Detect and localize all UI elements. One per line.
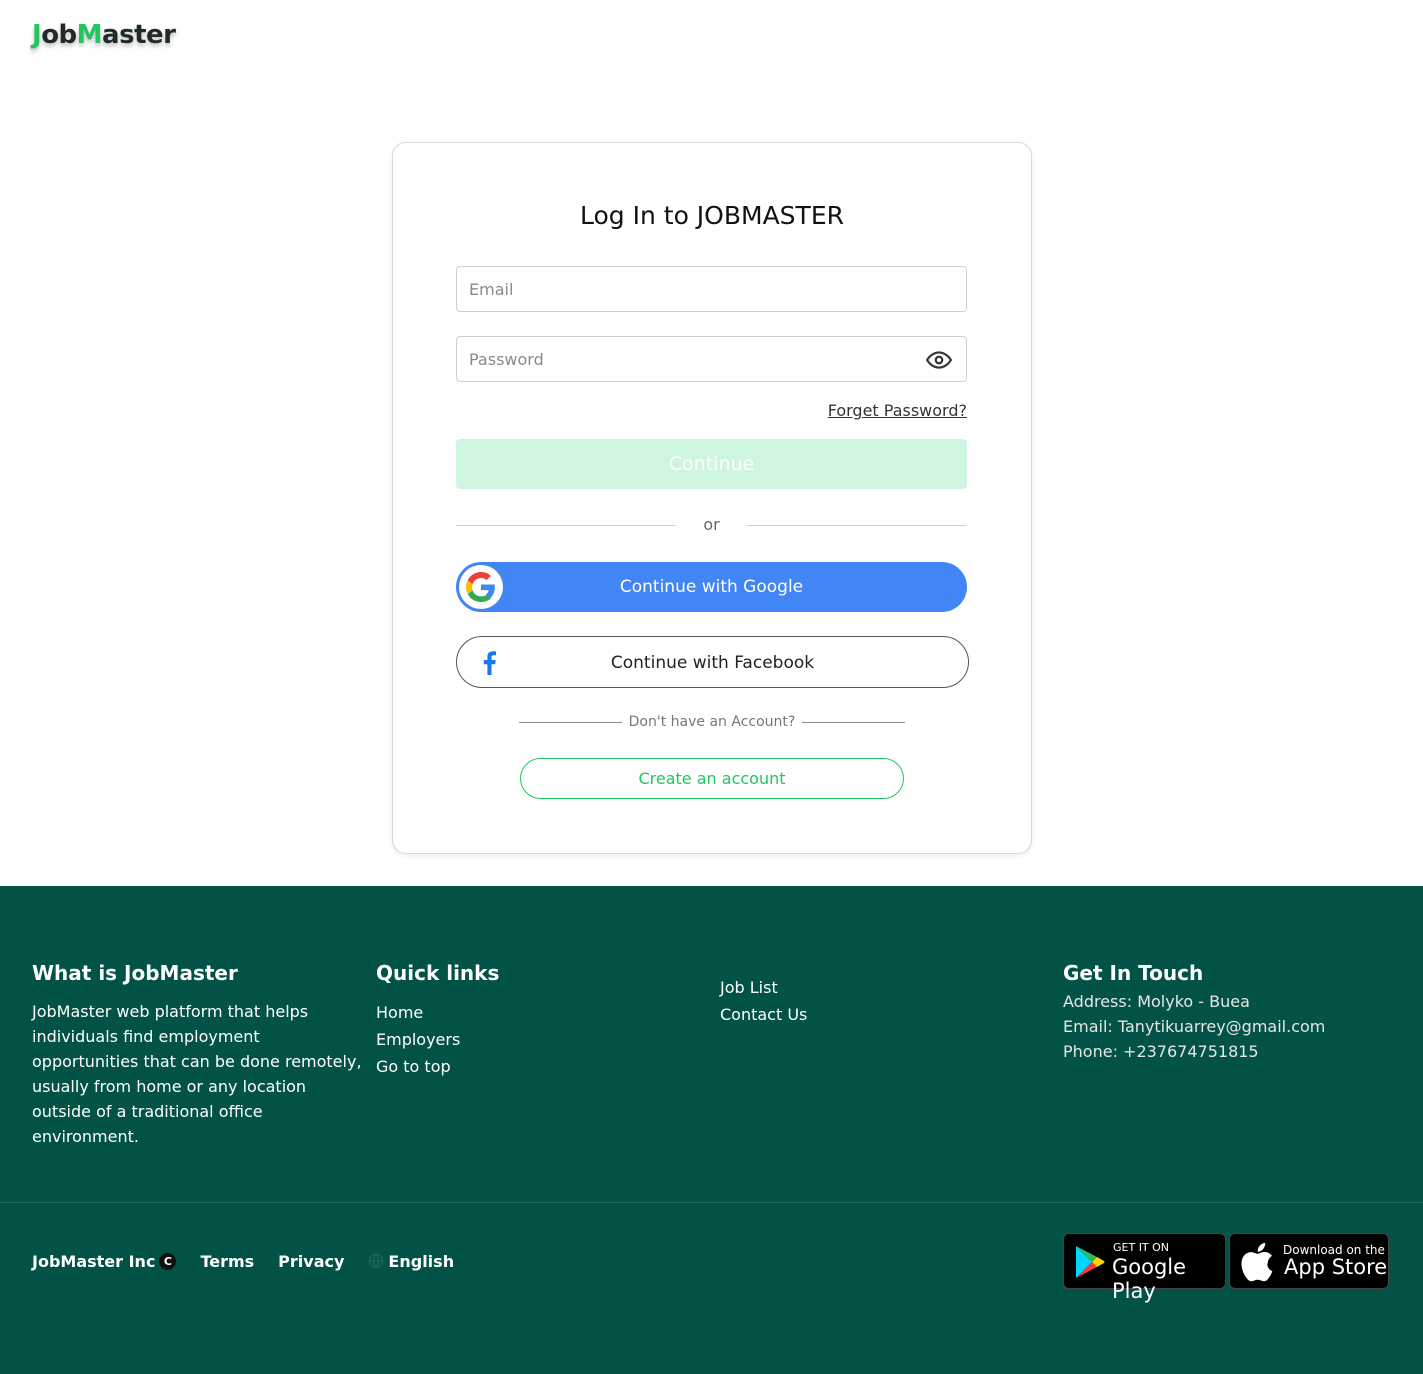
email-input[interactable] <box>457 267 966 311</box>
footer-divider <box>0 1202 1423 1203</box>
footer-brand-label: JobMaster Inc <box>32 1251 156 1271</box>
footer-brand: JobMaster Inc C <box>32 1251 177 1271</box>
logo-text-aster: aster <box>102 20 176 50</box>
jobmaster-logo[interactable]: JobMaster <box>32 20 176 50</box>
language-label: English <box>388 1251 455 1271</box>
footer-link-go-to-top[interactable]: Go to top <box>376 1053 499 1080</box>
contact-heading: Get In Touch <box>1063 961 1204 985</box>
google-play-small-text: GET IT ON <box>1113 1241 1170 1254</box>
language-selector[interactable]: English <box>368 1252 454 1271</box>
contact-email: Email: Tanytikuarrey@gmail.com <box>1063 1017 1326 1036</box>
login-title: Log In to JOBMASTER <box>580 201 844 230</box>
eye-icon[interactable] <box>926 347 952 373</box>
create-account-button[interactable]: Create an account <box>520 758 904 799</box>
footer-bottom-bar: JobMaster Inc C Terms Privacy English <box>32 1249 454 1273</box>
footer-link-contact-us[interactable]: Contact Us <box>720 1001 807 1028</box>
about-heading: What is JobMaster <box>32 961 238 985</box>
footer-more-links: Job List Contact Us <box>720 974 807 1028</box>
apple-icon <box>1241 1242 1273 1282</box>
terms-link[interactable]: Terms <box>200 1252 254 1271</box>
or-divider: or <box>456 515 967 535</box>
site-footer: What is JobMaster JobMaster web platform… <box>0 886 1423 1374</box>
privacy-link[interactable]: Privacy <box>278 1252 344 1271</box>
divider-line-right <box>802 722 905 723</box>
email-field-wrapper <box>456 266 967 312</box>
logo-letter-j: J <box>32 20 42 50</box>
app-store-big-text: App Store <box>1284 1255 1388 1279</box>
google-login-button[interactable]: Continue with Google <box>456 562 967 612</box>
contact-address: Address: Molyko - Buea <box>1063 992 1250 1011</box>
logo-letter-m: M <box>76 20 103 50</box>
logo-text-ob: ob <box>41 20 77 50</box>
globe-icon <box>369 1253 384 1269</box>
password-input[interactable] <box>457 337 966 381</box>
footer-quick-links: Quick links Home Employers Go to top <box>376 961 499 1080</box>
copyright-icon: C <box>159 1252 177 1270</box>
login-card: Log In to JOBMASTER Forget Password? Con… <box>392 142 1032 854</box>
footer-link-home[interactable]: Home <box>376 999 499 1026</box>
no-account-divider: Don't have an Account? <box>519 714 905 732</box>
contact-phone: Phone: +237674751815 <box>1063 1042 1259 1061</box>
footer-link-job-list[interactable]: Job List <box>720 974 807 1001</box>
forgot-password-link[interactable]: Forget Password? <box>828 401 967 420</box>
continue-button[interactable]: Continue <box>456 439 967 489</box>
footer-contact: Get In Touch Address: Molyko - Buea Emai… <box>1063 961 1325 1064</box>
google-play-big-text: Google Play <box>1112 1255 1187 1303</box>
password-field-wrapper <box>456 336 967 382</box>
divider-line-right <box>747 525 967 526</box>
footer-about: What is JobMaster JobMaster web platform… <box>32 961 362 1149</box>
google-play-badge[interactable]: GET IT ON Google Play <box>1063 1233 1226 1303</box>
about-text: JobMaster web platform that helps indivi… <box>32 1002 362 1146</box>
facebook-login-button[interactable]: Continue with Facebook <box>456 636 969 688</box>
quick-links-heading: Quick links <box>376 961 500 985</box>
google-play-icon <box>1076 1246 1105 1278</box>
google-button-label: Continue with Google <box>619 577 804 597</box>
footer-link-employers[interactable]: Employers <box>376 1026 499 1053</box>
facebook-button-label: Continue with Facebook <box>610 653 815 673</box>
app-store-badge[interactable]: Download on the App Store <box>1229 1233 1389 1289</box>
